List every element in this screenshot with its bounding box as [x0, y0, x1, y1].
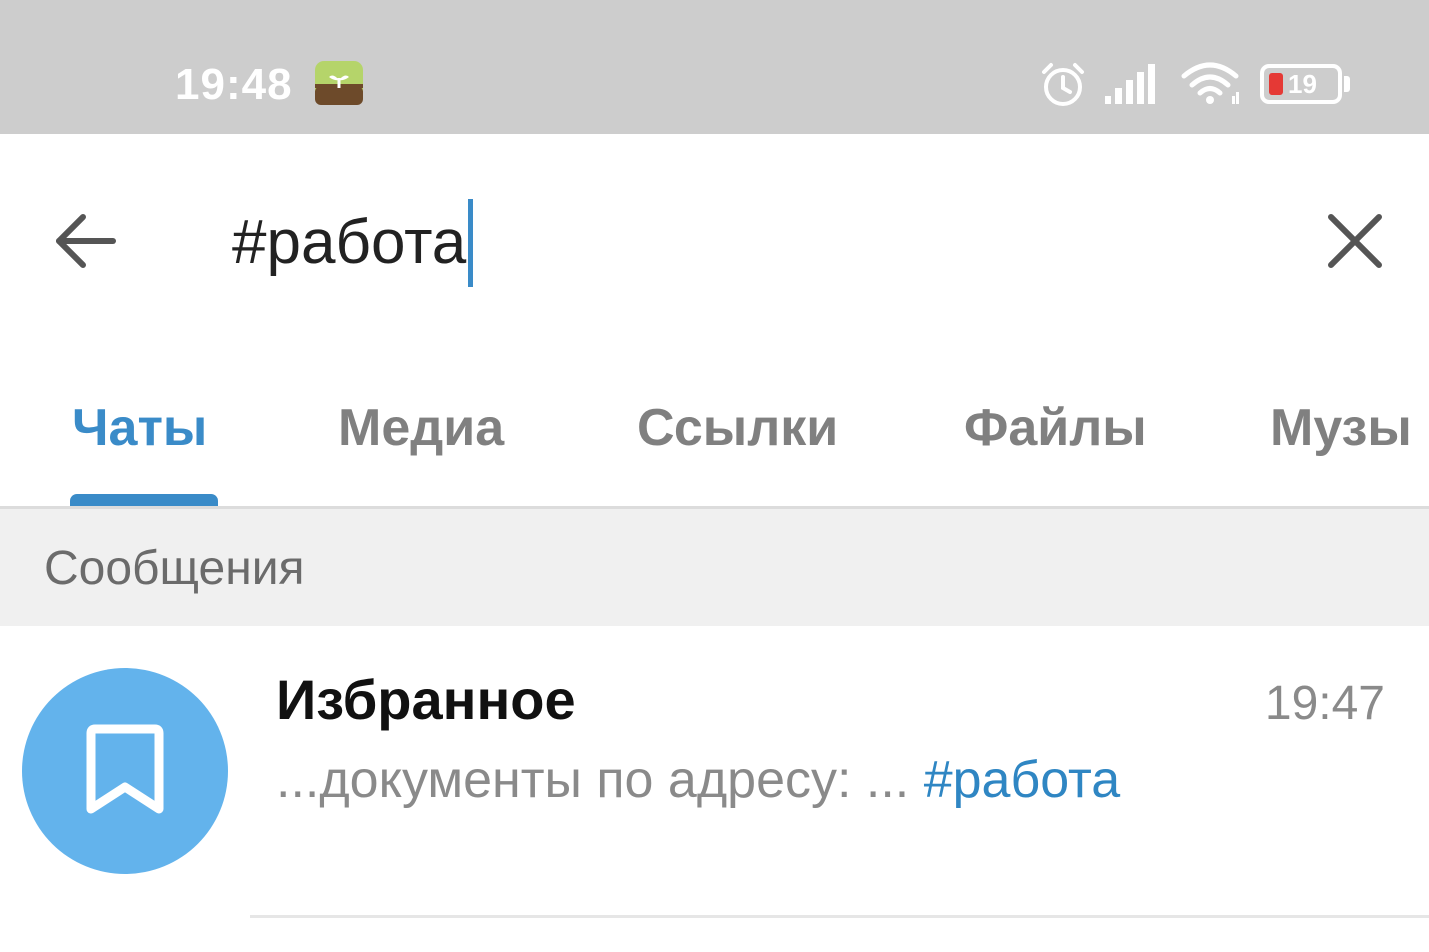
- chat-divider: [250, 915, 1429, 918]
- telegram-search-screen: 19:48 19 #работа Чаты Медиа Ссылки Файлы…: [0, 0, 1429, 952]
- battery-text: 19: [1288, 69, 1317, 99]
- section-header: Сообщения: [0, 509, 1429, 626]
- bookmark-icon: [86, 724, 164, 814]
- chat-time: 19:47: [1264, 677, 1385, 730]
- tab-media[interactable]: Медиа: [338, 388, 504, 468]
- chat-result-item[interactable]: Избранное 19:47 ...документы по адресу: …: [0, 626, 1429, 916]
- status-time: 19:48: [175, 60, 293, 109]
- battery-icon: 19: [1260, 64, 1350, 104]
- battery-body: 19: [1260, 64, 1342, 104]
- tab-chats[interactable]: Чаты: [72, 388, 207, 468]
- search-header: #работа: [0, 134, 1429, 344]
- battery-cap: [1344, 76, 1350, 92]
- tab-links[interactable]: Ссылки: [637, 388, 838, 468]
- status-bar: 19:48 19: [0, 0, 1429, 134]
- close-icon: [1328, 214, 1382, 268]
- text-caret: [468, 199, 474, 287]
- arrow-left-icon: [56, 214, 116, 268]
- preview-hashtag[interactable]: #работа: [924, 751, 1120, 809]
- section-title: Сообщения: [44, 542, 305, 595]
- search-input[interactable]: #работа: [232, 198, 1232, 288]
- search-query: #работа: [232, 208, 467, 277]
- avatar: [22, 668, 228, 874]
- alarm-icon: [1042, 63, 1084, 106]
- signal-icon: [1105, 64, 1155, 104]
- wifi-icon: [1181, 62, 1239, 104]
- preview-text: ...документы по адресу: ...: [276, 751, 924, 809]
- chat-preview: ...документы по адресу: ... #работа: [276, 748, 1120, 812]
- chat-name: Избранное: [276, 668, 576, 731]
- clear-search-button[interactable]: [1310, 196, 1400, 286]
- battery-level: [1269, 73, 1283, 95]
- forest-app-icon: [315, 61, 363, 105]
- tab-files[interactable]: Файлы: [964, 388, 1147, 468]
- back-button[interactable]: [40, 196, 130, 286]
- search-tabs: Чаты Медиа Ссылки Файлы Музы: [0, 360, 1429, 508]
- tab-music[interactable]: Музы: [1270, 388, 1412, 468]
